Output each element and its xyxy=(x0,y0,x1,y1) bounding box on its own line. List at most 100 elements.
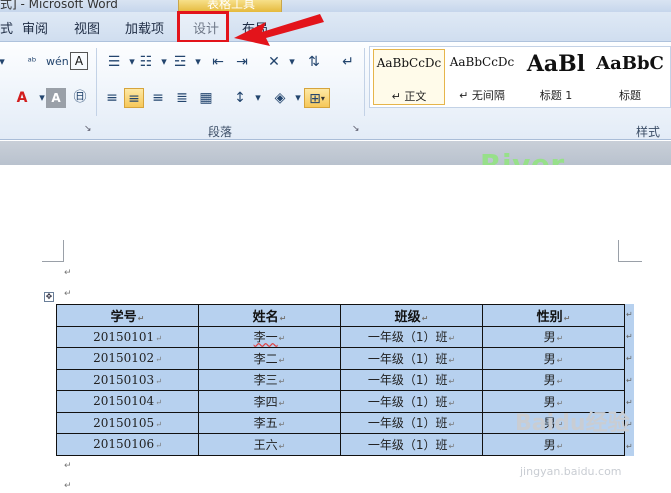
table-cell[interactable]: 李一↵ xyxy=(198,325,341,348)
numbering-icon[interactable]: ☷ xyxy=(136,52,156,72)
table-cell[interactable]: 20150106↵ xyxy=(56,433,199,456)
group-separator xyxy=(364,48,365,116)
ruler-area xyxy=(0,141,671,165)
table-move-handle-icon[interactable]: ✥ xyxy=(44,292,54,302)
table-cell[interactable]: 李五↵ xyxy=(198,411,341,434)
cell-text: 李三 xyxy=(253,373,278,388)
cell-text: 一年级（1）班 xyxy=(367,437,448,452)
multilevel-list-dropdown-icon[interactable]: ▾ xyxy=(188,52,208,72)
styles-gallery: AaBbCcDc ↵ 正文 AaBbCcDc ↵ 无间隔 AaBl 标题 1 A… xyxy=(369,46,671,108)
chinese-layout-dropdown-icon[interactable]: ▾ xyxy=(282,52,302,72)
table-row: 20150101↵ 李一↵ 一年级（1）班↵ 男↵ xyxy=(56,325,625,348)
table-row: 20150102↵ 李二↵ 一年级（1）班↵ 男↵ xyxy=(56,347,625,370)
cell-end-mark-icon: ↵ xyxy=(421,313,429,323)
font-color-icon[interactable]: A xyxy=(12,88,32,108)
table-cell[interactable]: 男↵ xyxy=(482,368,625,391)
sort-icon[interactable]: ⇅ xyxy=(304,52,324,72)
cell-end-mark-icon: ↵ xyxy=(278,420,286,430)
cell-end-mark-icon: ↵ xyxy=(563,313,571,323)
cell-end-mark-icon: ↵ xyxy=(448,420,456,430)
table-cell[interactable]: 一年级（1）班↵ xyxy=(340,433,483,456)
table-cell[interactable]: 一年级（1）班↵ xyxy=(340,390,483,413)
shading-bucket-icon[interactable]: ◈ xyxy=(270,88,290,108)
clear-format-icon[interactable]: wén xyxy=(46,52,69,72)
paragraph-mark-icon: ↵ xyxy=(64,289,72,299)
phonetic-guide-icon[interactable]: ᵃᵇ xyxy=(22,52,42,72)
title-bar: 式] - Microsoft Word 表格工具 xyxy=(0,0,671,12)
table-cell[interactable]: 20150103↵ xyxy=(56,368,199,391)
paragraph-mark-icon: ↵ xyxy=(64,268,72,278)
table-cell[interactable]: 李二↵ xyxy=(198,347,341,370)
tab-review[interactable]: 审阅 xyxy=(22,18,48,37)
line-spacing-icon[interactable]: ↕ xyxy=(230,88,250,108)
distributed-align-icon[interactable]: ▦ xyxy=(196,88,216,108)
table-cell[interactable]: 一年级（1）班↵ xyxy=(340,368,483,391)
multilevel-list-icon[interactable]: ☲ xyxy=(170,52,190,72)
row-end-mark-icon: ↵ xyxy=(626,442,633,451)
table-cell[interactable]: 一年级（1）班↵ xyxy=(340,347,483,370)
tab-addins[interactable]: 加载项 xyxy=(125,18,164,37)
table-cell[interactable]: 李四↵ xyxy=(198,390,341,413)
cell-text: 20150102 xyxy=(93,351,155,366)
cell-text: 一年级（1）班 xyxy=(367,416,448,431)
align-center-icon[interactable]: ≡ xyxy=(124,88,144,108)
style-no-spacing[interactable]: AaBbCcDc ↵ 无间隔 xyxy=(446,49,518,105)
red-arrow-annotation xyxy=(234,14,324,46)
tab-view[interactable]: 视图 xyxy=(74,18,100,37)
show-hide-marks-icon[interactable]: ↵ xyxy=(338,52,358,72)
paragraph-dialog-launcher-icon[interactable]: ↘ xyxy=(352,124,360,134)
header-gender[interactable]: 性别↵ xyxy=(482,304,625,327)
style-normal[interactable]: AaBbCcDc ↵ 正文 xyxy=(373,49,445,105)
table-cell[interactable]: 男↵ xyxy=(482,347,625,370)
table-cell[interactable]: 男↵ xyxy=(482,325,625,348)
table-cell[interactable]: 20150102↵ xyxy=(56,347,199,370)
cell-end-mark-icon: ↵ xyxy=(155,441,162,451)
tab-format-partial[interactable]: 式 xyxy=(0,18,13,37)
cell-text: 20150101 xyxy=(93,329,155,344)
character-border-icon[interactable]: A xyxy=(70,52,88,70)
row-end-mark-icon: ↵ xyxy=(626,310,633,319)
header-student-id[interactable]: 学号↵ xyxy=(56,304,199,327)
cell-end-mark-icon: ↵ xyxy=(155,398,162,408)
baidu-jingyan-logo: Baidu经验 xyxy=(515,411,630,436)
cell-end-mark-icon: ↵ xyxy=(155,333,162,343)
bullets-icon[interactable]: ☰ xyxy=(104,52,124,72)
style-no-spacing-label: ↵ 无间隔 xyxy=(459,89,505,102)
table-cell[interactable]: 李三↵ xyxy=(198,368,341,391)
cell-end-mark-icon: ↵ xyxy=(278,377,286,387)
table-header-row: 学号↵ 姓名↵ 班级↵ 性别↵ xyxy=(56,304,625,327)
align-right-icon[interactable]: ≡ xyxy=(148,88,168,108)
chinese-layout-icon[interactable]: ✕ xyxy=(264,52,284,72)
borders-icon[interactable]: ⊞▾ xyxy=(304,88,330,108)
baidu-jingyan-url: jingyan.baidu.com xyxy=(520,465,622,478)
table-cell[interactable]: 王六↵ xyxy=(198,433,341,456)
cell-end-mark-icon: ↵ xyxy=(278,355,286,365)
header-name[interactable]: 姓名↵ xyxy=(198,304,341,327)
style-heading-1[interactable]: AaBl 标题 1 xyxy=(520,49,592,105)
decrease-indent-icon[interactable]: ⇤ xyxy=(208,52,228,72)
font-dialog-launcher-icon[interactable]: ↘ xyxy=(84,124,92,134)
table-cell[interactable]: 20150104↵ xyxy=(56,390,199,413)
document-page[interactable]: ↵ ↵ ✥ 学号↵ 姓名↵ 班级↵ 性别↵ 20150101↵ 李一↵ 一年级（… xyxy=(0,165,671,493)
table-cell[interactable]: 20150101↵ xyxy=(56,325,199,348)
character-shading-icon[interactable]: A xyxy=(46,88,66,108)
style-no-spacing-sample: AaBbCcDc xyxy=(449,55,515,69)
justify-icon[interactable]: ≣ xyxy=(172,88,192,108)
style-title[interactable]: AaBbC 标题 xyxy=(594,49,666,105)
style-heading-1-label: 标题 1 xyxy=(539,89,573,102)
page-corner-mark-left xyxy=(42,240,64,262)
table-row: 20150103↵ 李三↵ 一年级（1）班↵ 男↵ xyxy=(56,368,625,391)
table-cell[interactable]: 20150105↵ xyxy=(56,411,199,434)
line-spacing-dropdown-icon[interactable]: ▾ xyxy=(248,88,268,108)
header-class[interactable]: 班级↵ xyxy=(340,304,483,327)
table-cell[interactable]: 一年级（1）班↵ xyxy=(340,411,483,434)
cell-text: 20150106 xyxy=(93,437,155,452)
table-cell[interactable]: 一年级（1）班↵ xyxy=(340,325,483,348)
font-dropdown-arrow-icon[interactable]: ▾ xyxy=(0,52,12,72)
enclose-characters-icon[interactable]: ㊐ xyxy=(70,88,90,108)
cell-end-mark-icon: ↵ xyxy=(448,377,456,387)
increase-indent-icon[interactable]: ⇥ xyxy=(232,52,252,72)
cell-end-mark-icon: ↵ xyxy=(448,334,456,344)
align-left-icon[interactable]: ≡ xyxy=(102,88,122,108)
group-separator xyxy=(96,48,97,116)
